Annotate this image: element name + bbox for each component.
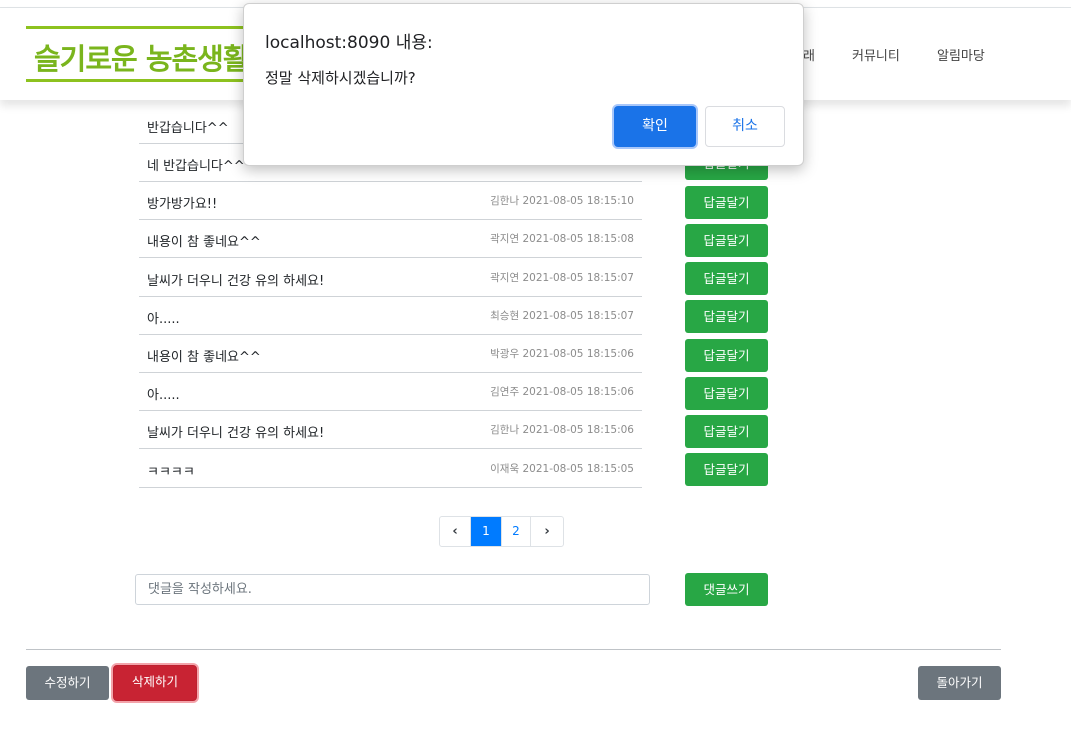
comment-date: 2021-08-05 18:15:06	[522, 424, 634, 436]
comment-row: 내용이 참 좋네요^^ 곽지연 2021-08-05 18:15:08	[139, 220, 642, 258]
nav-item-community[interactable]: 커뮤니티	[852, 45, 900, 64]
comment-row: 아..... 최승현 2021-08-05 18:15:07	[139, 297, 642, 335]
dialog-ok-button[interactable]: 확인	[614, 106, 696, 147]
logo-bottom-bar	[26, 79, 266, 82]
page-button-2[interactable]: 2	[502, 517, 531, 546]
reply-button[interactable]: 답글달기	[685, 453, 768, 486]
comment-meta: 최승현 2021-08-05 18:15:07	[490, 308, 634, 323]
logo-top-bar	[26, 26, 266, 29]
comment-content: 아.....	[147, 312, 180, 327]
comment-row: 아..... 김연주 2021-08-05 18:15:06	[139, 373, 642, 411]
comment-input[interactable]	[135, 574, 650, 605]
comment-content: 내용이 참 좋네요^^	[147, 235, 261, 250]
reply-button[interactable]: 답글달기	[685, 339, 768, 372]
comment-author: 김한나	[490, 195, 520, 207]
reply-button[interactable]: 답글달기	[685, 300, 768, 333]
comment-meta: 김한나 2021-08-05 18:15:10	[490, 193, 634, 208]
confirm-dialog: localhost:8090 내용: 정말 삭제하시겠습니까? 확인 취소	[243, 3, 804, 166]
delete-button[interactable]: 삭제하기	[113, 665, 197, 701]
comment-content: 내용이 참 좋네요^^	[147, 350, 261, 365]
comment-date: 2021-08-05 18:15:05	[522, 463, 634, 475]
comment-date: 2021-08-05 18:15:08	[522, 233, 634, 245]
comment-author: 최승현	[490, 310, 520, 322]
comment-date: 2021-08-05 18:15:06	[522, 348, 634, 360]
comment-content: 날씨가 더우니 건강 유의 하세요!	[147, 274, 325, 289]
edit-button[interactable]: 수정하기	[26, 666, 109, 700]
page-button-1[interactable]: 1	[471, 517, 502, 546]
write-comment-button[interactable]: 댓글쓰기	[685, 573, 768, 606]
nav-item-notice[interactable]: 알림마당	[937, 45, 985, 64]
back-button[interactable]: 돌아가기	[918, 666, 1001, 700]
next-page-button[interactable]: ›	[531, 517, 563, 546]
comment-row: ㅋㅋㅋㅋ 이재욱 2021-08-05 18:15:05	[139, 450, 642, 488]
comment-row: 날씨가 더우니 건강 유의 하세요! 김한나 2021-08-05 18:15:…	[139, 411, 642, 449]
comment-content: 날씨가 더우니 건강 유의 하세요!	[147, 426, 325, 441]
comment-date: 2021-08-05 18:15:07	[522, 310, 634, 322]
reply-button[interactable]: 답글달기	[685, 415, 768, 448]
comment-date: 2021-08-05 18:15:07	[522, 272, 634, 284]
prev-page-button[interactable]: ‹	[440, 517, 471, 546]
comment-meta: 곽지연 2021-08-05 18:15:08	[490, 231, 634, 246]
dialog-cancel-button[interactable]: 취소	[705, 106, 785, 147]
comment-content: ㅋㅋㅋㅋ	[147, 465, 195, 480]
comment-meta: 김연주 2021-08-05 18:15:06	[490, 384, 634, 399]
comment-author: 김한나	[490, 424, 520, 436]
comment-row: 방가방가요!! 김한나 2021-08-05 18:15:10	[139, 182, 642, 220]
comment-author: 박광우	[490, 348, 520, 360]
comment-meta: 이재욱 2021-08-05 18:15:05	[490, 461, 634, 476]
site-logo[interactable]: 슬기로운 농촌생활	[26, 26, 266, 82]
comment-content: 아.....	[147, 388, 180, 403]
comment-meta: 곽지연 2021-08-05 18:15:07	[490, 270, 634, 285]
comment-meta: 박광우 2021-08-05 18:15:06	[490, 346, 634, 361]
reply-button[interactable]: 답글달기	[685, 224, 768, 257]
reply-button[interactable]: 답글달기	[685, 186, 768, 219]
reply-button[interactable]: 답글달기	[685, 377, 768, 410]
comment-author: 곽지연	[490, 272, 520, 284]
section-divider	[26, 649, 1001, 650]
dialog-message: 정말 삭제하시겠습니까?	[265, 69, 416, 87]
comment-author: 곽지연	[490, 233, 520, 245]
pagination: ‹ 1 2 ›	[439, 516, 564, 547]
comment-date: 2021-08-05 18:15:10	[522, 195, 634, 207]
comment-author: 김연주	[490, 386, 520, 398]
comment-content: 방가방가요!!	[147, 197, 218, 212]
comment-row: 날씨가 더우니 건강 유의 하세요! 곽지연 2021-08-05 18:15:…	[139, 259, 642, 297]
reply-button[interactable]: 답글달기	[685, 262, 768, 295]
comment-meta: 김한나 2021-08-05 18:15:06	[490, 422, 634, 437]
logo-text: 슬기로운 농촌생활	[34, 42, 250, 76]
comment-date: 2021-08-05 18:15:06	[522, 386, 634, 398]
dialog-title: localhost:8090 내용:	[265, 33, 433, 53]
nav-item-partial[interactable]: 래	[803, 45, 815, 64]
comment-author: 이재욱	[490, 463, 520, 475]
comment-row: 내용이 참 좋네요^^ 박광우 2021-08-05 18:15:06	[139, 335, 642, 373]
comment-content: 반갑습니다^^	[147, 121, 229, 136]
